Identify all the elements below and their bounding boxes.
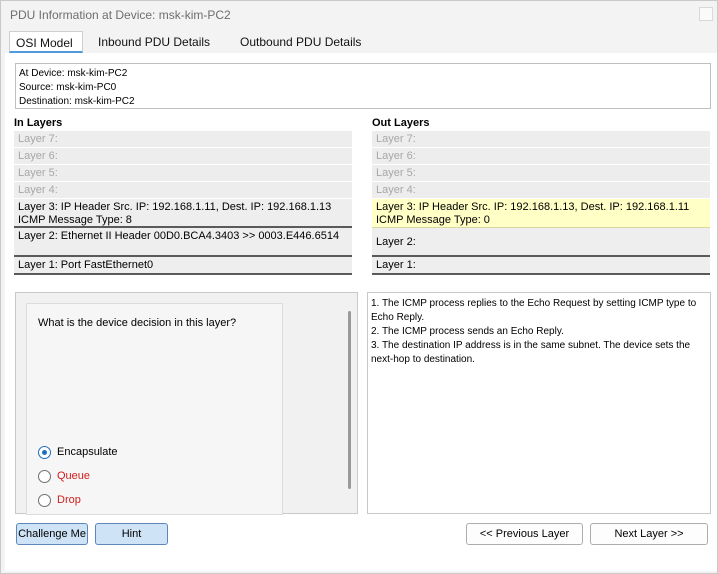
explanation-line: 3. The destination IP address is in the …	[371, 340, 691, 365]
question-text: What is the device decision in this laye…	[38, 317, 237, 329]
in-layer-1[interactable]: Layer 1: Port FastEthernet0	[14, 257, 352, 275]
destination-text: Destination: msk-kim-PC2	[19, 96, 135, 107]
explanation-line: 1. The ICMP process replies to the Echo …	[371, 298, 697, 323]
close-button[interactable]	[699, 7, 713, 21]
device-info-box: At Device: msk-kim-PC2 Source: msk-kim-P…	[15, 63, 711, 109]
radio-selected-icon[interactable]	[38, 446, 51, 459]
in-layer-2[interactable]: Layer 2: Ethernet II Header 00D0.BCA4.34…	[14, 228, 352, 257]
question-area: What is the device decision in this laye…	[26, 303, 283, 515]
pdu-information-window: PDU Information at Device: msk-kim-PC2 O…	[0, 0, 718, 574]
tab-inbound-pdu-details[interactable]: Inbound PDU Details	[92, 31, 228, 53]
option-label: Encapsulate	[57, 446, 118, 458]
title-bar: PDU Information at Device: msk-kim-PC2	[1, 1, 717, 29]
window-title: PDU Information at Device: msk-kim-PC2	[10, 8, 231, 22]
out-layer-6[interactable]: Layer 6:	[372, 148, 710, 165]
in-layer-4[interactable]: Layer 4:	[14, 182, 352, 199]
in-layer-7[interactable]: Layer 7:	[14, 131, 352, 148]
explanation-line: 2. The ICMP process sends an Echo Reply.	[371, 326, 564, 337]
in-layer-3[interactable]: Layer 3: IP Header Src. IP: 192.168.1.11…	[14, 199, 352, 228]
previous-layer-button[interactable]: << Previous Layer	[466, 523, 583, 545]
osi-model-panel: At Device: msk-kim-PC2 Source: msk-kim-P…	[5, 53, 717, 571]
tab-outbound-pdu-details[interactable]: Outbound PDU Details	[234, 31, 376, 53]
challenge-me-button[interactable]: Challenge Me	[16, 523, 88, 545]
next-layer-button[interactable]: Next Layer >>	[590, 523, 708, 545]
in-layers-list: Layer 7: Layer 6: Layer 5: Layer 4: Laye…	[14, 131, 352, 275]
in-layer-5[interactable]: Layer 5:	[14, 165, 352, 182]
option-label: Drop	[57, 494, 81, 506]
out-layer-7[interactable]: Layer 7:	[372, 131, 710, 148]
out-layers-header: Out Layers	[372, 117, 430, 129]
radio-icon[interactable]	[38, 494, 51, 507]
out-layer-3[interactable]: Layer 3: IP Header Src. IP: 192.168.1.13…	[372, 199, 710, 228]
question-scrollbar[interactable]	[348, 311, 351, 489]
tab-osi-model[interactable]: OSI Model	[9, 31, 83, 53]
radio-icon[interactable]	[38, 470, 51, 483]
hint-button[interactable]: Hint	[95, 523, 168, 545]
explanation-box: 1. The ICMP process replies to the Echo …	[367, 292, 711, 514]
in-layers-header: In Layers	[14, 117, 63, 129]
source-text: Source: msk-kim-PC0	[19, 82, 117, 93]
question-panel: What is the device decision in this laye…	[15, 292, 358, 515]
out-layer-2[interactable]: Layer 2:	[372, 228, 710, 257]
at-device-text: At Device: msk-kim-PC2	[19, 68, 128, 79]
out-layer-1[interactable]: Layer 1:	[372, 257, 710, 275]
out-layer-4[interactable]: Layer 4:	[372, 182, 710, 199]
out-layer-5[interactable]: Layer 5:	[372, 165, 710, 182]
out-layers-list: Layer 7: Layer 6: Layer 5: Layer 4: Laye…	[372, 131, 710, 275]
in-layer-6[interactable]: Layer 6:	[14, 148, 352, 165]
option-label: Queue	[57, 470, 91, 482]
